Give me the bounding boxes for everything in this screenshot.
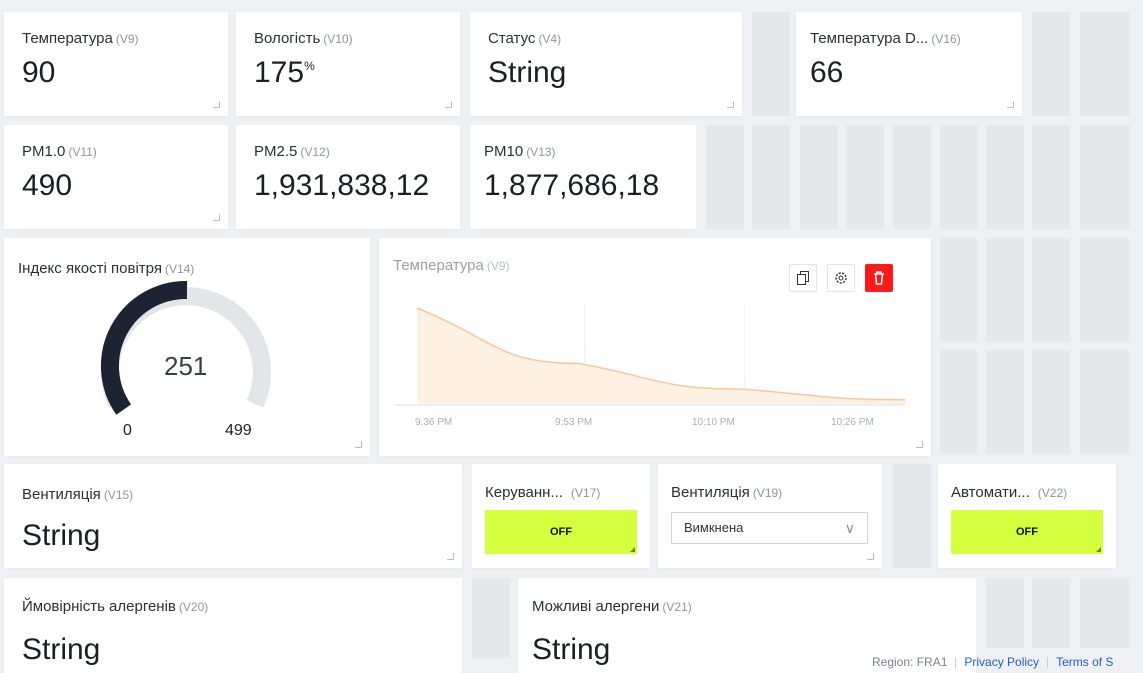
- resize-handle-icon[interactable]: [447, 553, 454, 560]
- widget-pm10[interactable]: PM10 (V13) 1,877,686,18: [470, 125, 696, 229]
- grid-cell: [986, 125, 1024, 229]
- chart-x-tick-label: 9:53 PM: [555, 417, 593, 428]
- widget-temperature-d[interactable]: Температура D... (V16) 66: [796, 12, 1022, 116]
- grid-cell: [1080, 350, 1130, 454]
- widget-title: Керуванн... (V17): [485, 484, 601, 501]
- widget-title: Температура D... (V16): [810, 30, 961, 47]
- chevron-down-icon: ∨: [844, 520, 855, 536]
- widget-pm25[interactable]: PM2.5 (V12) 1,931,838,12: [236, 125, 460, 229]
- grid-cell: [846, 125, 884, 229]
- footer: Region: FRA1 Privacy Policy Terms of S: [872, 655, 1113, 669]
- grid-cell: [1080, 578, 1130, 648]
- widget-title: Можливі алергени (V21): [532, 598, 692, 615]
- resize-handle-icon[interactable]: [1007, 101, 1014, 108]
- grid-cell: [752, 125, 790, 229]
- grid-cell: [800, 125, 838, 229]
- widget-title: Вентиляція (V19): [671, 484, 783, 501]
- widget-value: String: [22, 633, 101, 666]
- gauge-min-label: 0: [123, 422, 132, 439]
- widget-value: 490: [22, 169, 73, 202]
- widget-value: 66: [810, 56, 844, 89]
- widget-title: Вологість (V10): [254, 30, 353, 47]
- resize-handle-icon[interactable]: [916, 441, 923, 448]
- grid-cell: [940, 238, 978, 342]
- resize-handle-icon[interactable]: [445, 101, 452, 108]
- widget-title: Ймовірність алергенів (V20): [22, 598, 209, 615]
- widget-title: PM2.5 (V12): [254, 143, 330, 160]
- grid-cell: [893, 464, 931, 568]
- widget-title: Температура (V9): [22, 30, 139, 47]
- widget-ventilation-status[interactable]: Вентиляція (V15) String: [4, 464, 462, 568]
- grid-cell: [986, 350, 1024, 454]
- resize-handle-icon[interactable]: [727, 101, 734, 108]
- grid-cell: [1032, 350, 1070, 454]
- automation-off-button[interactable]: OFF: [951, 510, 1103, 554]
- widget-value: 175%: [254, 56, 315, 89]
- widget-title: PM10 (V13): [484, 143, 556, 160]
- chart-area: [417, 308, 905, 404]
- grid-cell: [1032, 125, 1070, 229]
- widget-humidity[interactable]: Вологість (V10) 175%: [236, 12, 460, 116]
- grid-cell: [1080, 238, 1130, 342]
- widget-value: 90: [22, 56, 56, 89]
- gauge: [101, 280, 271, 415]
- widget-title: Вентиляція (V15): [22, 486, 134, 503]
- widget-value: 1,931,838,12: [254, 169, 430, 202]
- grid-cell: [940, 350, 978, 454]
- chart-x-tick-label: 9:36 PM: [415, 417, 453, 428]
- control-off-button[interactable]: OFF: [485, 510, 637, 554]
- grid-cell: [940, 125, 978, 229]
- widget-automation[interactable]: Автомати... (V22) OFF: [938, 464, 1116, 568]
- grid-cell: [706, 125, 744, 229]
- privacy-policy-link[interactable]: Privacy Policy: [964, 655, 1039, 669]
- resize-handle-icon[interactable]: [213, 101, 220, 108]
- resize-handle-icon[interactable]: [355, 441, 362, 448]
- chart-x-tick-label: 10:26 PM: [831, 417, 874, 428]
- widget-pm1[interactable]: PM1.0 (V11) 490: [4, 125, 228, 229]
- widget-temperature[interactable]: Температура (V9) 90: [4, 12, 228, 116]
- grid-cell: [1080, 125, 1130, 229]
- terms-link[interactable]: Terms of S: [1056, 655, 1113, 669]
- grid-cell: [986, 578, 1024, 648]
- gauge-max-label: 499: [225, 422, 252, 439]
- grid-cell: [1032, 238, 1070, 342]
- widget-control[interactable]: Керуванн... (V17) OFF: [472, 464, 650, 568]
- grid-cell: [1032, 12, 1070, 116]
- widget-value: 1,877,686,18: [484, 169, 660, 202]
- widget-temperature-chart[interactable]: Температура (V9) 9:36 PM 9:53 PM 10:10 PM 10…: [379, 238, 931, 456]
- grid-cell: [893, 125, 931, 229]
- resize-handle-icon[interactable]: [213, 214, 220, 221]
- region-label: Region: FRA1: [872, 655, 948, 669]
- gauge-value: 251: [164, 351, 208, 381]
- widget-value: String: [22, 519, 101, 552]
- grid-cell: [1080, 12, 1130, 116]
- grid-cell: [472, 578, 510, 658]
- ventilation-dropdown[interactable]: Вимкнена ∨: [671, 512, 868, 544]
- widget-allergen-probability[interactable]: Ймовірність алергенів (V20) String: [4, 578, 462, 673]
- resize-handle-icon[interactable]: [867, 553, 874, 560]
- widget-value: String: [532, 633, 611, 666]
- widget-title: PM1.0 (V11): [22, 143, 97, 160]
- widget-value: String: [488, 56, 567, 89]
- grid-cell: [1032, 578, 1070, 648]
- grid-cell: [986, 238, 1024, 342]
- widget-title: Автомати... (V22): [951, 484, 1068, 501]
- widget-air-quality-gauge[interactable]: Індекс якості повітря (V14) 251 0 499: [4, 238, 370, 456]
- chart-x-tick-label: 10:10 PM: [692, 417, 735, 428]
- grid-cell: [752, 12, 790, 116]
- widget-title: Статус (V4): [488, 30, 562, 47]
- widget-ventilation-select[interactable]: Вентиляція (V19) Вимкнена ∨: [658, 464, 882, 568]
- widget-status[interactable]: Статус (V4) String: [470, 12, 742, 116]
